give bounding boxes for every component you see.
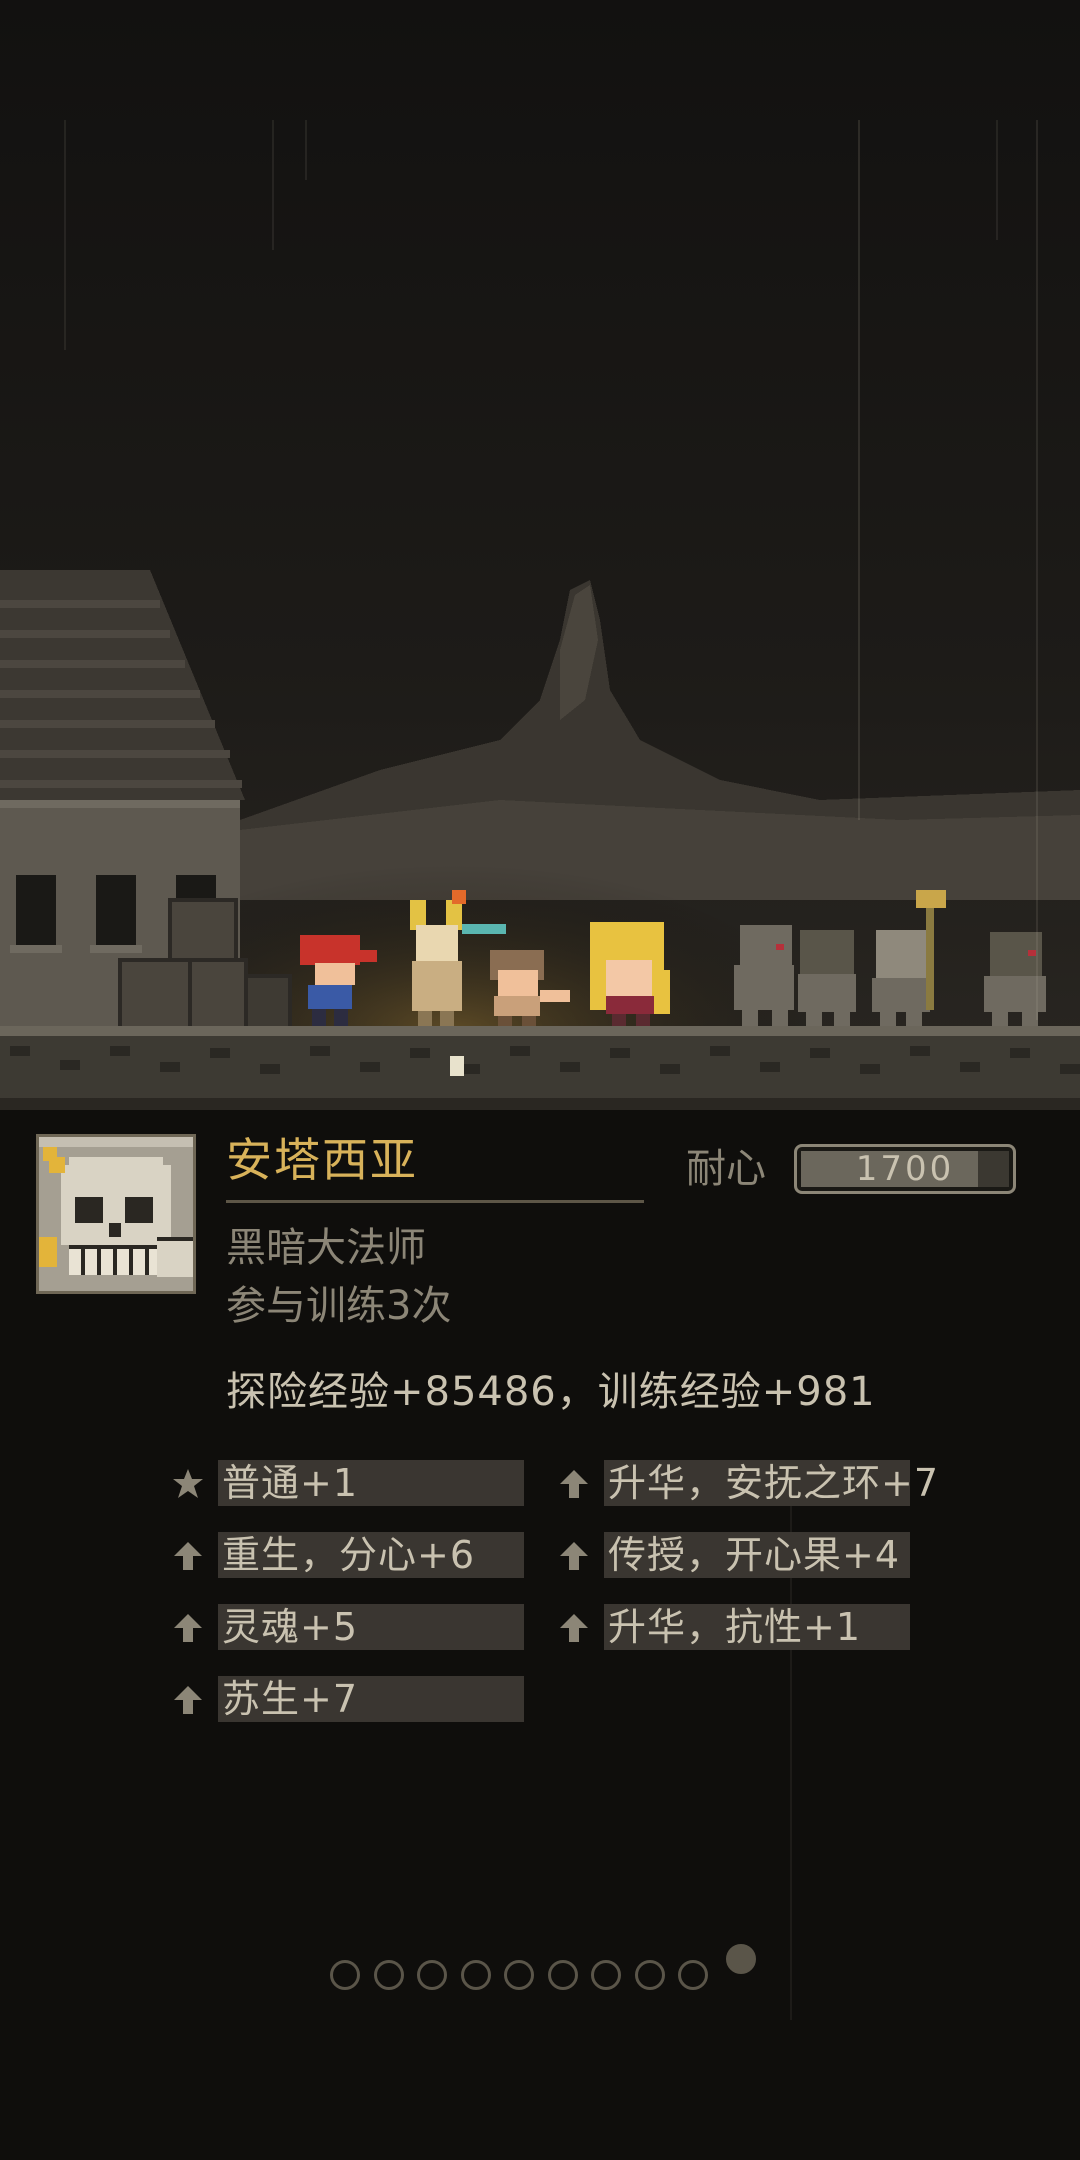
skill-label: 升华，抗性+1 [608, 1605, 862, 1649]
skill-label: 重生，分心+6 [222, 1533, 476, 1577]
patience-bar: 1700 [794, 1144, 1016, 1194]
skill-label: 传授，开心果+4 [608, 1533, 901, 1577]
rain-streak [305, 120, 307, 180]
page-dot-active[interactable] [725, 1944, 756, 1974]
skull-horned-portrait-icon [39, 1137, 193, 1291]
up-arrow-icon [170, 1538, 206, 1574]
page-indicator [0, 1944, 1080, 2004]
page-dot[interactable] [417, 1960, 447, 1990]
skill-label: 升华，安抚之环+7 [608, 1461, 940, 1505]
up-arrow-icon [170, 1610, 206, 1646]
up-arrow-icon [170, 1682, 206, 1718]
battle-scene [0, 0, 1080, 1110]
rain-streak [858, 120, 860, 820]
page-dot[interactable] [547, 1960, 578, 1990]
skill-label: 苏生+7 [222, 1677, 359, 1721]
hero-portrait[interactable] [36, 1134, 196, 1294]
name-divider [226, 1200, 644, 1203]
up-arrow-icon [556, 1538, 592, 1574]
skill-label: 普通+1 [222, 1461, 359, 1505]
page-dot[interactable] [591, 1960, 621, 1990]
experience-gain: 探险经验+85486，训练经验+981 [226, 1369, 876, 1415]
rain-streak [272, 120, 274, 250]
page-dot[interactable] [634, 1960, 665, 1990]
hero-training-count: 参与训练3次 [226, 1283, 452, 1329]
up-arrow-icon [556, 1610, 592, 1646]
stone-ground [0, 1026, 1080, 1098]
rain-streak [64, 120, 66, 350]
patience-value: 1700 [855, 1149, 955, 1189]
hero-class: 黑暗大法师 [226, 1225, 426, 1271]
patience-label: 耐心 [686, 1146, 766, 1192]
star-icon [170, 1466, 206, 1502]
rain-streak [1036, 120, 1038, 1020]
skill-label: 灵魂+5 [222, 1605, 359, 1649]
page-dot[interactable] [373, 1960, 404, 1990]
page-dot[interactable] [678, 1960, 708, 1990]
rain-streak [996, 120, 998, 240]
hero-name: 安塔西亚 [226, 1133, 418, 1187]
page-dot[interactable] [460, 1960, 491, 1990]
up-arrow-icon [556, 1466, 592, 1502]
page-dot[interactable] [330, 1960, 360, 1990]
page-dot[interactable] [504, 1960, 534, 1990]
